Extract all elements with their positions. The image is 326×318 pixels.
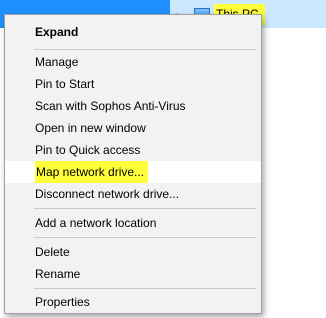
menu-item-label: Add a network location xyxy=(35,216,157,230)
menu-item-open-new-window[interactable]: Open in new window xyxy=(5,117,261,139)
menu-item-delete[interactable]: Delete xyxy=(5,241,261,263)
menu-item-label: Rename xyxy=(35,267,81,281)
menu-separator xyxy=(34,208,256,209)
menu-item-label: Map network drive... xyxy=(35,161,149,183)
menu-item-pin-quick-access[interactable]: Pin to Quick access xyxy=(5,139,261,161)
menu-item-label: Manage xyxy=(35,55,79,69)
menu-item-expand[interactable]: Expand xyxy=(5,21,261,43)
menu-item-scan-sophos[interactable]: Scan with Sophos Anti-Virus xyxy=(5,95,261,117)
menu-separator xyxy=(34,49,256,50)
menu-item-label: Pin to Quick access xyxy=(35,143,141,157)
context-menu: Expand Manage Pin to Start Scan with Sop… xyxy=(4,14,262,314)
menu-separator xyxy=(34,288,256,289)
menu-item-label: Pin to Start xyxy=(35,77,95,91)
menu-item-label: Scan with Sophos Anti-Virus xyxy=(35,99,186,113)
menu-item-label: Open in new window xyxy=(35,121,146,135)
menu-separator xyxy=(34,237,256,238)
menu-item-pin-to-start[interactable]: Pin to Start xyxy=(5,73,261,95)
menu-item-rename[interactable]: Rename xyxy=(5,263,261,285)
menu-item-label: Expand xyxy=(35,25,79,39)
menu-item-label: Properties xyxy=(35,295,90,309)
menu-item-manage[interactable]: Manage xyxy=(5,51,261,73)
menu-item-disconnect-network-drive[interactable]: Disconnect network drive... xyxy=(5,183,261,205)
menu-item-label: Delete xyxy=(35,245,70,259)
menu-item-add-network-location[interactable]: Add a network location xyxy=(5,212,261,234)
menu-item-properties[interactable]: Properties xyxy=(5,291,261,313)
menu-item-label: Disconnect network drive... xyxy=(35,187,180,201)
menu-item-map-network-drive[interactable]: Map network drive... xyxy=(5,161,261,183)
